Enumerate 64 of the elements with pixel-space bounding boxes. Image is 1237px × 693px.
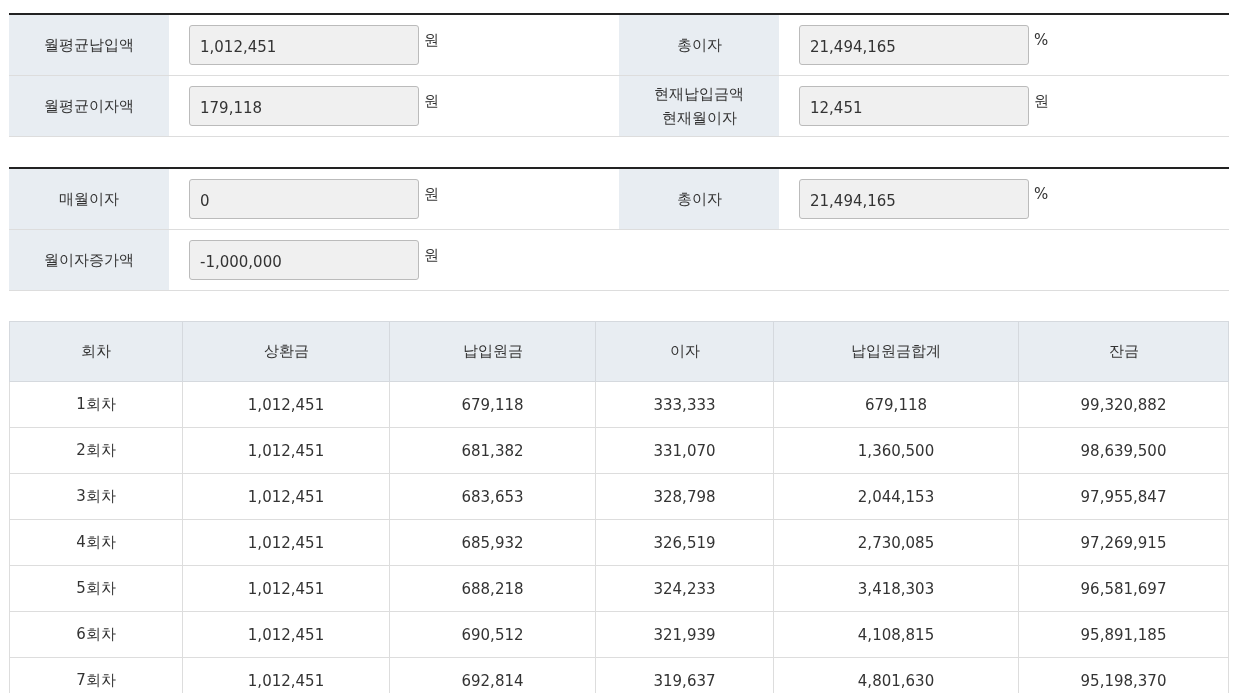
column-header: 납입원금 xyxy=(389,321,596,382)
table-cell: 331,070 xyxy=(595,427,774,474)
table-cell: 1,012,451 xyxy=(182,427,390,474)
field-label: 월이자증가액 xyxy=(9,230,169,290)
table-cell: 681,382 xyxy=(389,427,596,474)
unit-label: 원 xyxy=(424,246,439,265)
unit-label: % xyxy=(1034,185,1049,203)
table-cell: 326,519 xyxy=(595,519,774,566)
field-label: 월평균이자액 xyxy=(9,76,169,136)
input-field[interactable]: 1,012,451 xyxy=(189,25,419,65)
field-label: 총이자 xyxy=(619,169,779,229)
table-cell: 2,044,153 xyxy=(773,473,1019,520)
table-cell: 1,012,451 xyxy=(182,611,390,658)
input-field[interactable]: 0 xyxy=(189,179,419,219)
table-cell: 1회차 xyxy=(9,381,183,428)
table-cell: 685,932 xyxy=(389,519,596,566)
input-field[interactable]: 21,494,165 xyxy=(799,179,1029,219)
table-cell: 96,581,697 xyxy=(1018,565,1229,612)
table-cell: 679,118 xyxy=(773,381,1019,428)
input-field[interactable]: 179,118 xyxy=(189,86,419,126)
unit-label: 원 xyxy=(424,92,439,111)
field-label: 월평균납입액 xyxy=(9,15,169,75)
table-cell: 98,639,500 xyxy=(1018,427,1229,474)
table-cell: 6회차 xyxy=(9,611,183,658)
field-label: 총이자 xyxy=(619,15,779,75)
field-label: 현재납입금액 현재월이자 xyxy=(619,76,779,136)
input-field[interactable]: 12,451 xyxy=(799,86,1029,126)
table-cell: 3회차 xyxy=(9,473,183,520)
column-header: 잔금 xyxy=(1018,321,1229,382)
table-cell: 1,012,451 xyxy=(182,519,390,566)
table-cell: 1,012,451 xyxy=(182,473,390,520)
table-cell: 328,798 xyxy=(595,473,774,520)
field-label: 매월이자 xyxy=(9,169,169,229)
table-cell: 690,512 xyxy=(389,611,596,658)
table-cell: 2,730,085 xyxy=(773,519,1019,566)
table-cell: 97,269,915 xyxy=(1018,519,1229,566)
input-field[interactable]: 21,494,165 xyxy=(799,25,1029,65)
table-cell: 679,118 xyxy=(389,381,596,428)
unit-label: % xyxy=(1034,31,1049,49)
unit-label: 원 xyxy=(424,31,439,50)
table-cell: 321,939 xyxy=(595,611,774,658)
column-header: 회차 xyxy=(9,321,183,382)
column-header: 이자 xyxy=(595,321,774,382)
table-cell: 5회차 xyxy=(9,565,183,612)
column-header: 상환금 xyxy=(182,321,390,382)
table-cell: 2회차 xyxy=(9,427,183,474)
table-cell: 1,360,500 xyxy=(773,427,1019,474)
unit-label: 원 xyxy=(1034,92,1049,111)
table-cell: 95,891,185 xyxy=(1018,611,1229,658)
unit-label: 원 xyxy=(424,185,439,204)
column-header: 납입원금합계 xyxy=(773,321,1019,382)
table-cell: 1,012,451 xyxy=(182,381,390,428)
table-cell: 324,233 xyxy=(595,565,774,612)
table-cell: 97,955,847 xyxy=(1018,473,1229,520)
table-cell: 4,108,815 xyxy=(773,611,1019,658)
table-cell: 3,418,303 xyxy=(773,565,1019,612)
table-cell: 7회차 xyxy=(9,657,183,693)
table-cell: 4회차 xyxy=(9,519,183,566)
table-cell: 688,218 xyxy=(389,565,596,612)
table-cell: 99,320,882 xyxy=(1018,381,1229,428)
table-cell: 683,653 xyxy=(389,473,596,520)
input-field[interactable]: -1,000,000 xyxy=(189,240,419,280)
table-cell: 1,012,451 xyxy=(182,565,390,612)
table-cell: 333,333 xyxy=(595,381,774,428)
